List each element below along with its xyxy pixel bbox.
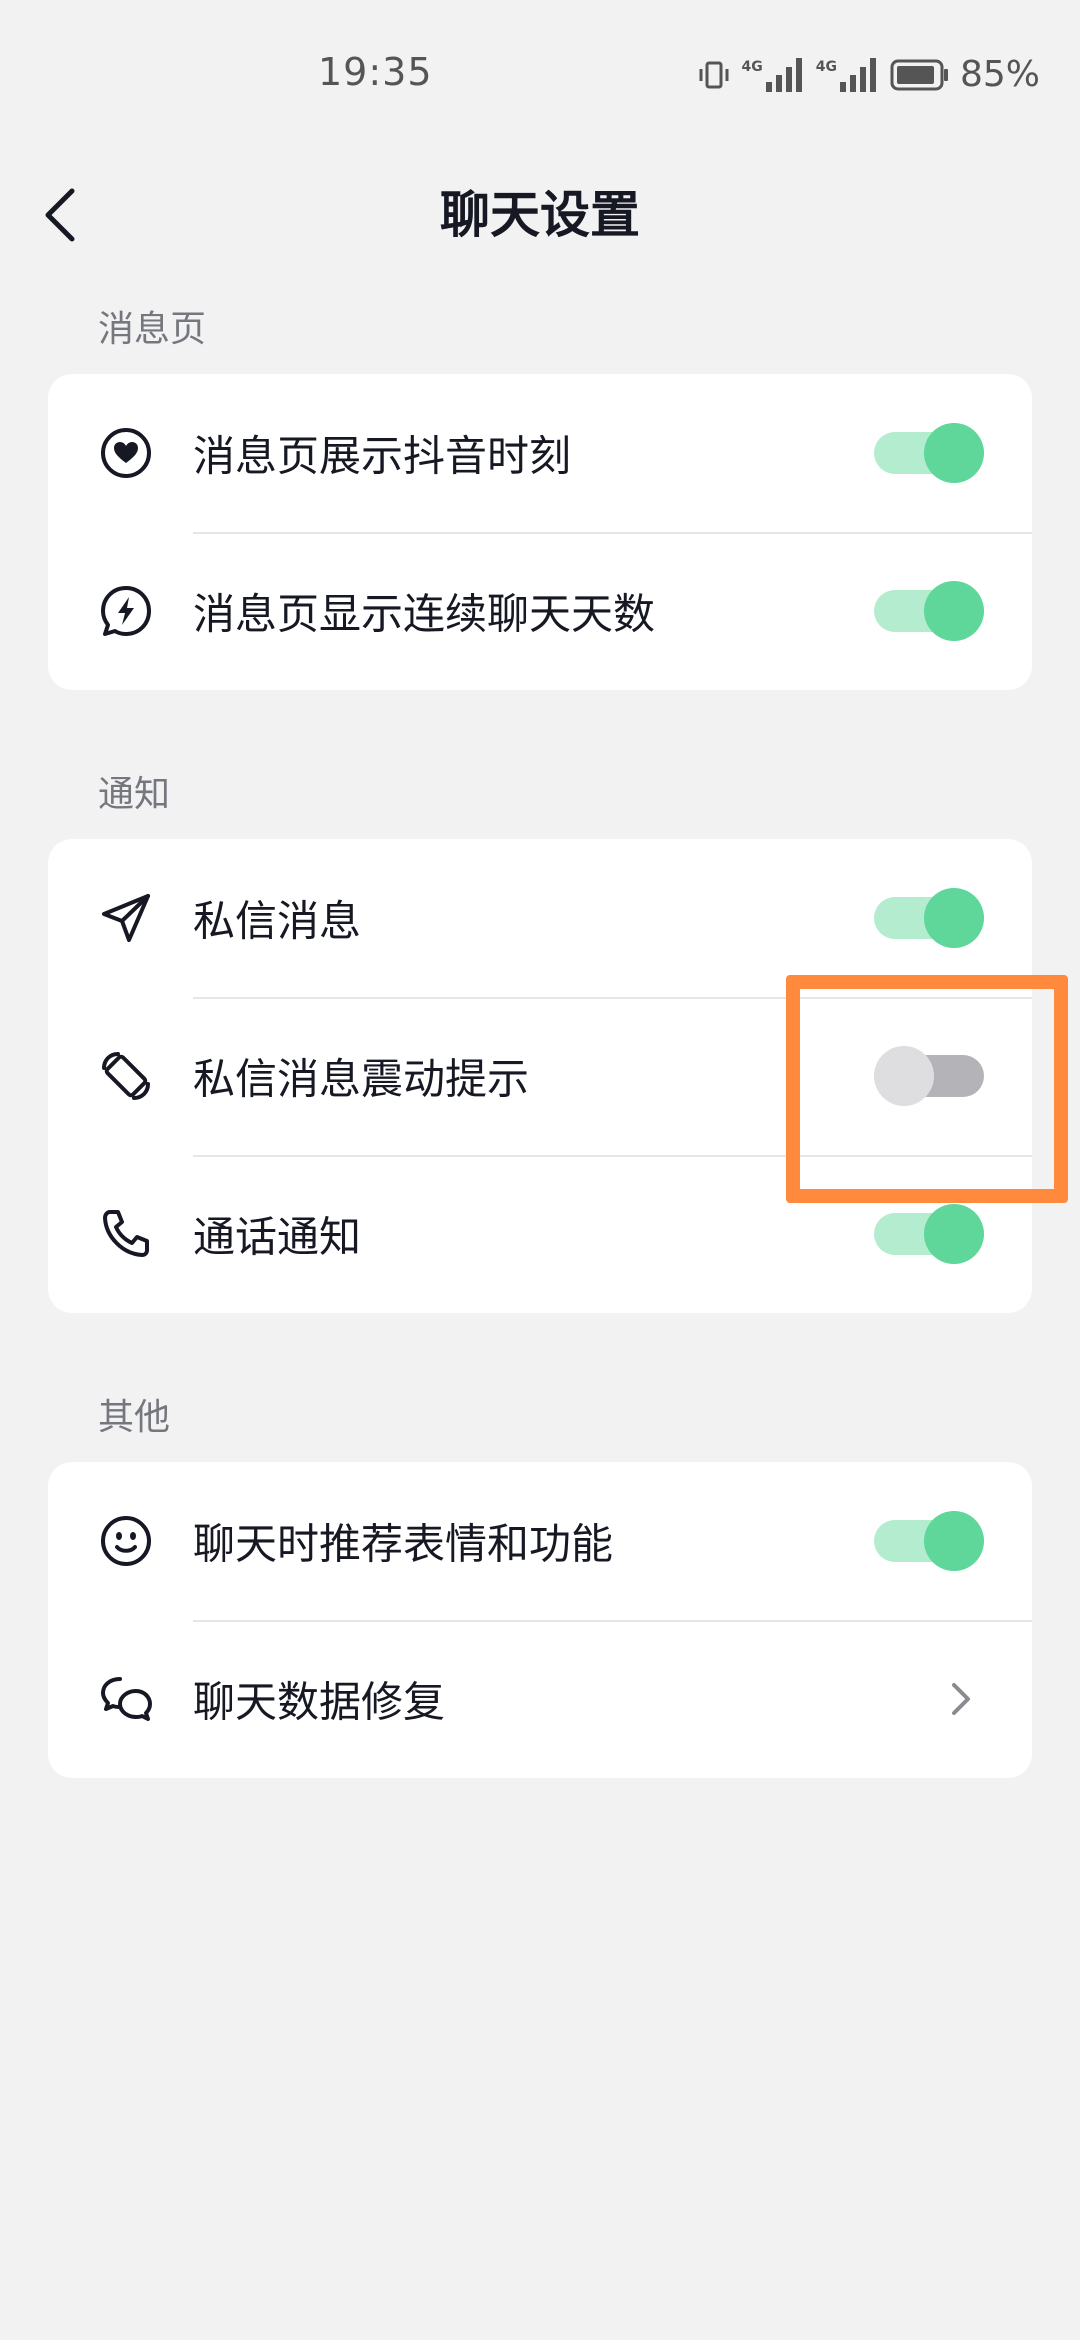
setting-label: 消息页显示连续聊天天数 (193, 589, 656, 639)
setting-label: 通话通知 (193, 1212, 362, 1262)
header: 聊天设置 (0, 160, 1080, 270)
card-message-page: 消息页展示抖音时刻 消息页显示连续聊天天数 (48, 374, 1032, 690)
section-label-message-page: 消息页 (98, 309, 207, 350)
heart-circle-icon (98, 425, 154, 481)
toggle-show-moments[interactable] (874, 423, 984, 483)
network-type-2: 4G (815, 58, 837, 75)
section-label-other: 其他 (98, 1397, 171, 1438)
status-icons: 4G 4G 85% (696, 54, 1040, 95)
toggle-knob (924, 1204, 984, 1264)
battery-icon (890, 59, 948, 90)
section-label-notifications: 通知 (98, 774, 171, 815)
toggle-chat-streak[interactable] (874, 581, 984, 641)
phone-icon (98, 1206, 154, 1262)
highlight-box (786, 975, 1068, 1203)
status-time: 19:35 (318, 50, 433, 94)
smiley-icon (98, 1513, 154, 1569)
back-button[interactable] (40, 160, 100, 270)
setting-row-chat-data-repair[interactable]: 聊天数据修复 (48, 1620, 1032, 1778)
card-other: 聊天时推荐表情和功能 聊天数据修复 (48, 1462, 1032, 1778)
vibrate-icon (699, 61, 729, 88)
page-title: 聊天设置 (440, 186, 640, 244)
vibrate-phone-icon (98, 1048, 154, 1104)
paper-plane-icon (98, 890, 154, 946)
setting-label: 聊天时推荐表情和功能 (193, 1519, 614, 1569)
toggle-recommend-emoji[interactable] (874, 1511, 984, 1571)
toggle-call-notification[interactable] (874, 1204, 984, 1264)
setting-row-recommend-emoji: 聊天时推荐表情和功能 (48, 1462, 1032, 1620)
toggle-knob (924, 888, 984, 948)
signal-icon-2 (839, 57, 876, 92)
chevron-right-icon (952, 1683, 970, 1715)
setting-row-show-moments: 消息页展示抖音时刻 (48, 374, 1032, 532)
lightning-bubble-icon (98, 583, 154, 639)
chevron-left-icon (45, 188, 75, 242)
battery-percent: 85% (959, 54, 1040, 95)
status-bar: 19:35 4G 4G 85% (0, 0, 1080, 160)
setting-row-dm: 私信消息 (48, 839, 1032, 997)
setting-label: 私信消息震动提示 (193, 1054, 530, 1104)
toggle-dm[interactable] (874, 888, 984, 948)
chat-bubbles-icon (98, 1671, 154, 1727)
setting-label: 私信消息 (193, 896, 362, 946)
network-type-1: 4G (741, 58, 763, 75)
setting-row-chat-streak: 消息页显示连续聊天天数 (48, 532, 1032, 690)
signal-icon (765, 57, 802, 92)
toggle-knob (924, 581, 984, 641)
chat-settings-screen: 19:35 4G 4G 85% 聊天设置 消息页 消息页展示抖音时刻 消息页显示… (0, 0, 1080, 2340)
setting-label: 消息页展示抖音时刻 (193, 431, 572, 481)
setting-label: 聊天数据修复 (193, 1677, 446, 1727)
toggle-knob (924, 1511, 984, 1571)
toggle-knob (924, 423, 984, 483)
